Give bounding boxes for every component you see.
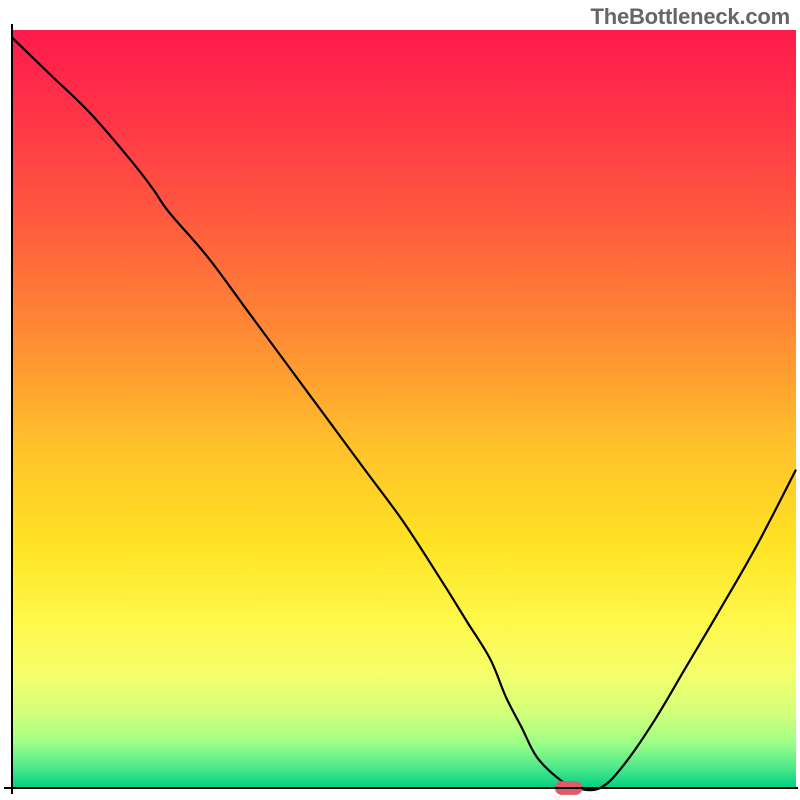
bottleneck-chart — [0, 0, 800, 800]
watermark-text: TheBottleneck.com — [590, 4, 790, 30]
plot-background — [12, 30, 796, 788]
chart-container: TheBottleneck.com — [0, 0, 800, 800]
